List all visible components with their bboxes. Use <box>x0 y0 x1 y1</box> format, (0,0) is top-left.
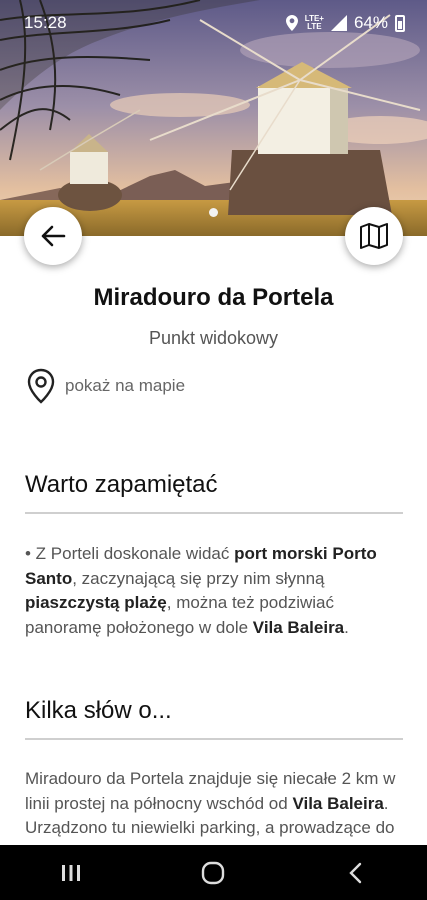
home-button[interactable] <box>183 853 243 893</box>
signal-icon <box>330 15 347 31</box>
place-category: Punkt widokowy <box>148 328 279 348</box>
network-type: LTE+ LTE <box>304 14 324 31</box>
location-status-icon <box>285 15 298 31</box>
system-back-button[interactable] <box>326 853 386 893</box>
divider <box>25 738 403 740</box>
highlight-beach: piaszczystą plażę <box>25 593 167 612</box>
status-indicators: LTE+ LTE 64% <box>285 13 405 33</box>
status-time: 15:28 <box>24 13 67 32</box>
highlight-vila-baleira-2: Vila Baleira <box>292 793 384 813</box>
recent-apps-button[interactable] <box>41 853 101 893</box>
map-button[interactable] <box>345 207 403 265</box>
location-pin-icon <box>27 368 55 404</box>
chevron-left-icon <box>349 862 362 883</box>
highlight-vila-baleira: Vila Baleira <box>252 617 345 637</box>
home-icon <box>202 861 225 884</box>
recent-apps-icon <box>62 864 81 881</box>
section-title-remember: Warto zapamiętać <box>25 471 218 498</box>
carousel-indicator <box>209 208 218 217</box>
place-title: Miradouro da Portela <box>93 284 334 311</box>
battery-icon <box>395 14 405 32</box>
arrow-left-icon <box>41 225 66 247</box>
section-title-about: Kilka słów o... <box>25 697 172 724</box>
battery-percent: 64% <box>353 13 388 32</box>
remember-paragraph: • Z Porteli doskonale widać port morski … <box>25 544 377 637</box>
system-nav-bar <box>0 845 427 900</box>
map-icon <box>360 223 388 249</box>
show-on-map-link[interactable]: pokaż na mapie <box>25 368 185 404</box>
show-on-map-label: pokaż na mapie <box>65 376 186 395</box>
divider <box>25 512 403 514</box>
back-button[interactable] <box>24 207 82 265</box>
status-bar: 15:28 LTE+ LTE 64% <box>0 0 427 46</box>
